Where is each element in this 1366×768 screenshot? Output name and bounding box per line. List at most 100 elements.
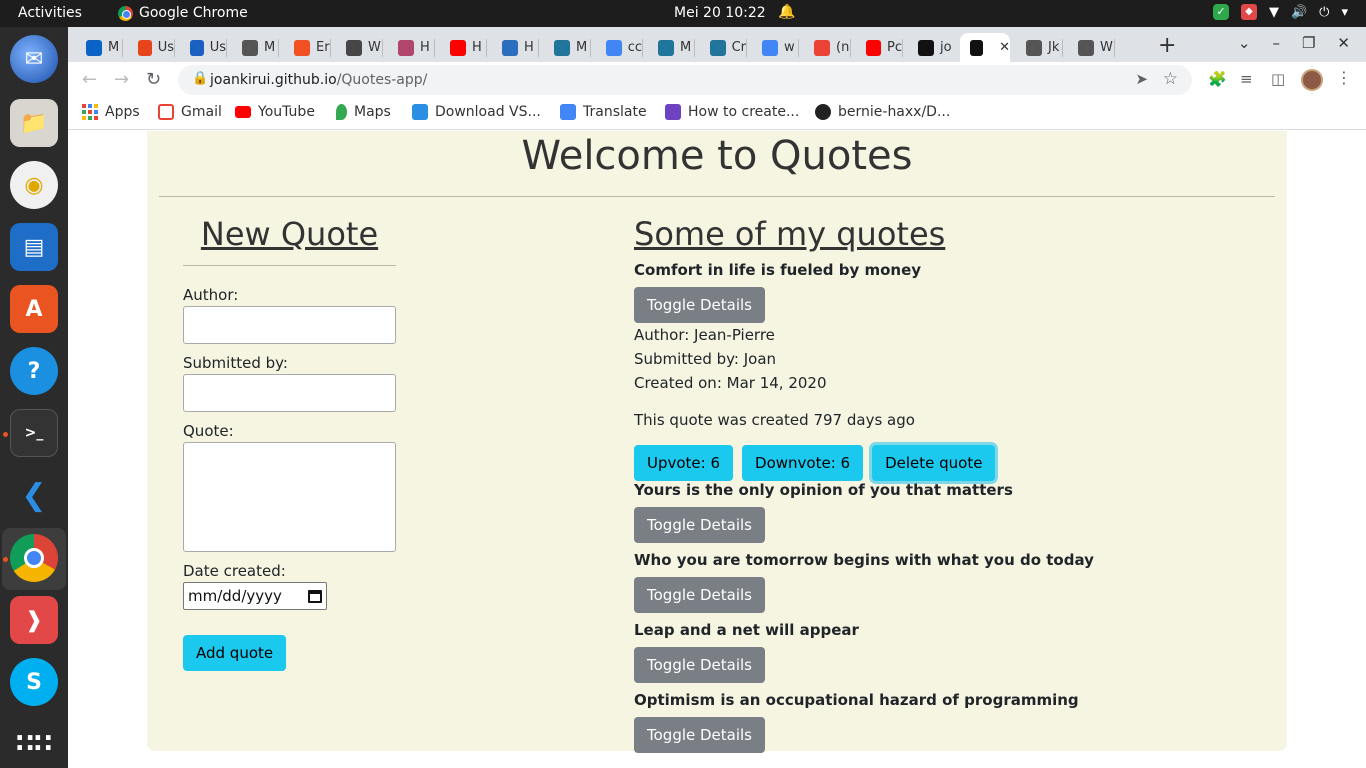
minimize-button[interactable]: –	[1272, 34, 1280, 52]
quote-created-on: Created on: Mar 14, 2020	[634, 374, 827, 392]
browser-tab[interactable]: w	[752, 33, 798, 62]
system-tray[interactable]: ✓ ◆ ▼ 🔊 ⏻ ▾	[1212, 4, 1348, 20]
notification-bell-icon: 🔔	[778, 4, 796, 20]
quote-author: Author: Jean-Pierre	[634, 326, 775, 344]
vscode-small-icon	[412, 104, 428, 120]
close-window-button[interactable]: ✕	[1337, 34, 1350, 52]
side-panel-icon[interactable]: ◫	[1271, 70, 1285, 88]
browser-tab[interactable]: Jk	[1016, 33, 1062, 62]
app-menu[interactable]: Google Chrome	[118, 5, 248, 21]
browser-tab[interactable]: M	[648, 33, 694, 62]
quote-textarea[interactable]	[183, 442, 396, 552]
help-icon[interactable]: ?	[10, 347, 58, 395]
toggle-details-button[interactable]: Toggle Details	[634, 577, 765, 613]
bookmark-bernie-haxx[interactable]: bernie-haxx/D...	[815, 104, 950, 120]
skype-icon[interactable]: S	[10, 658, 58, 706]
anydesk-tray-icon[interactable]: ◆	[1240, 4, 1257, 20]
delete-quote-button[interactable]: Delete quote	[872, 445, 996, 481]
browser-tab[interactable]: M	[232, 33, 278, 62]
extensions-icon[interactable]: 🧩	[1208, 70, 1227, 88]
tab-separator	[1062, 39, 1063, 57]
downvote-button[interactable]: Downvote: 6	[742, 445, 864, 481]
browser-tab[interactable]: (n	[804, 33, 850, 62]
update-shield-icon[interactable]: ✓	[1212, 4, 1229, 20]
browser-tab[interactable]: ✕	[960, 33, 1010, 62]
upvote-button[interactable]: Upvote: 6	[634, 445, 734, 481]
writer-icon[interactable]: ▤	[10, 223, 58, 271]
tab-title: (n	[836, 40, 850, 55]
browser-tab[interactable]: M	[76, 33, 122, 62]
url-text[interactable]: joankirui.github.io/Quotes-app/	[210, 72, 427, 88]
browser-tab[interactable]: H	[388, 33, 434, 62]
forward-button[interactable]: →	[114, 69, 129, 90]
bookmark-translate[interactable]: Translate	[560, 104, 647, 120]
bookmark-apps[interactable]: Apps	[82, 104, 140, 120]
back-button[interactable]: ←	[82, 69, 97, 90]
tab-favicon-icon	[762, 39, 778, 56]
browser-tab[interactable]: jo	[908, 33, 954, 62]
bookmark-download-vs[interactable]: Download VS...	[412, 104, 541, 120]
tab-separator	[434, 39, 435, 57]
wifi-icon[interactable]: ▼	[1269, 5, 1279, 20]
vscode-icon[interactable]: ❮	[10, 471, 58, 519]
reading-list-icon[interactable]: ≡	[1240, 70, 1253, 88]
tab-separator	[798, 39, 799, 57]
toggle-details-button[interactable]: Toggle Details	[634, 287, 765, 323]
chrome-dock-icon[interactable]	[10, 534, 58, 582]
rhythmbox-icon[interactable]: ◉	[10, 161, 58, 209]
browser-tab[interactable]: Us	[128, 33, 174, 62]
date-created-input[interactable]: mm/dd/yyyy	[183, 582, 327, 610]
power-icon[interactable]: ⏻	[1319, 5, 1329, 20]
tab-separator	[382, 39, 383, 57]
maximize-button[interactable]: ❐	[1302, 34, 1315, 52]
files-icon[interactable]: 📁	[10, 99, 58, 147]
software-icon[interactable]: A	[10, 285, 58, 333]
browser-tab[interactable]: W	[1068, 33, 1114, 62]
lock-icon[interactable]: 🔒	[192, 71, 208, 86]
reload-button[interactable]: ↻	[146, 69, 161, 90]
toggle-details-button[interactable]: Toggle Details	[634, 717, 765, 753]
tab-favicon-icon	[450, 39, 466, 56]
tab-favicon-icon	[814, 39, 830, 56]
chevron-down-icon[interactable]: ▾	[1341, 5, 1348, 20]
browser-tab[interactable]: H	[492, 33, 538, 62]
clock[interactable]: Mei 20 10:22	[674, 5, 766, 21]
tab-search-icon[interactable]: ⌄	[1238, 34, 1251, 52]
dock: ✉ 📁 ◉ ▤ A ? >_ ❮ ❱ S ∷∷	[0, 27, 68, 768]
tab-separator	[330, 39, 331, 57]
browser-tab[interactable]: M	[544, 33, 590, 62]
toggle-details-button[interactable]: Toggle Details	[634, 647, 765, 683]
add-quote-button[interactable]: Add quote	[183, 635, 287, 671]
browser-tab[interactable]: cc	[596, 33, 642, 62]
form-heading: New Quote	[200, 215, 379, 253]
tab-title: M	[264, 40, 276, 55]
terminal-icon[interactable]: >_	[10, 409, 58, 457]
new-tab-button[interactable]: +	[1158, 33, 1176, 58]
toggle-details-button[interactable]: Toggle Details	[634, 507, 765, 543]
browser-tab[interactable]: Cr	[700, 33, 746, 62]
show-apps-icon[interactable]: ∷∷	[10, 720, 58, 768]
browser-tab[interactable]: Pc	[856, 33, 902, 62]
activities-button[interactable]: Activities	[18, 5, 82, 21]
bookmark-maps[interactable]: Maps	[336, 104, 391, 120]
browser-tab[interactable]: Us	[180, 33, 226, 62]
browser-tab[interactable]: Er	[284, 33, 330, 62]
profile-avatar[interactable]	[1301, 69, 1323, 91]
submitted-by-input[interactable]	[183, 374, 396, 412]
send-to-device-icon[interactable]: ➤	[1135, 70, 1148, 88]
translate-icon	[560, 104, 576, 120]
volume-icon[interactable]: 🔊	[1291, 5, 1307, 20]
calendar-icon[interactable]	[308, 589, 322, 603]
browser-tab[interactable]: H	[440, 33, 486, 62]
address-bar[interactable]: 🔒 joankirui.github.io/Quotes-app/ ➤ ☆	[178, 65, 1192, 95]
anydesk-icon[interactable]: ❱	[10, 596, 58, 644]
bookmark-how-to-create[interactable]: How to create...	[665, 104, 799, 120]
browser-tab[interactable]: W	[336, 33, 382, 62]
close-tab-icon[interactable]: ✕	[999, 40, 1010, 55]
bookmark-gmail[interactable]: Gmail	[158, 104, 222, 120]
bookmark-youtube[interactable]: YouTube	[235, 104, 315, 120]
thunderbird-icon[interactable]: ✉	[10, 35, 58, 83]
author-input[interactable]	[183, 306, 396, 344]
menu-icon[interactable]: ⋮	[1336, 68, 1352, 87]
bookmark-star-icon[interactable]: ☆	[1163, 69, 1178, 89]
